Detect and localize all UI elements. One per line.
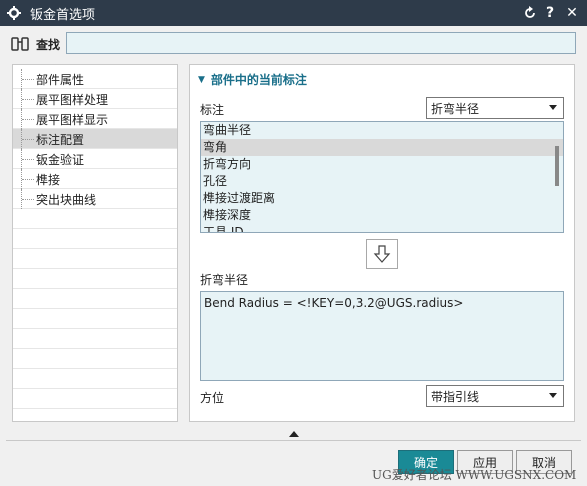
annotation-text-input[interactable]: Bend Radius = <!KEY=0,3.2@UGS.radius> (200, 291, 564, 381)
collapse-triangle-icon: ▼ (198, 74, 205, 85)
list-item[interactable]: 榫接过渡距离 (201, 190, 563, 207)
gear-icon (6, 5, 22, 21)
chevron-up-icon (288, 431, 299, 437)
list-item[interactable]: 榫接深度 (201, 207, 563, 224)
tree-item-label: 展平图样处理 (36, 93, 109, 107)
help-icon[interactable]: ? (540, 3, 560, 23)
annotation-label: 标注 (200, 103, 225, 117)
tree-empty-row (13, 369, 177, 389)
tree-item-part-properties[interactable]: 部件属性 (13, 69, 177, 89)
tree-empty-row (13, 209, 177, 229)
orientation-select[interactable]: 带指引线 (426, 385, 564, 407)
chevron-down-icon (549, 105, 557, 110)
tree-empty-row (13, 269, 177, 289)
chevron-down-icon (549, 393, 557, 398)
arrow-down-icon (373, 245, 391, 263)
search-bar: 查找 (0, 26, 587, 62)
annotation-select[interactable]: 折弯半径 (426, 97, 564, 119)
orientation-select-value: 带指引线 (431, 389, 480, 404)
section-title: 部件中的当前标注 (210, 73, 307, 87)
list-item[interactable]: 工具 ID (201, 224, 563, 232)
insert-down-button[interactable] (366, 239, 398, 269)
tree-empty-row (13, 289, 177, 309)
tree-item-label: 榫接 (36, 173, 61, 187)
tree-item-tab-curves[interactable]: 突出块曲线 (13, 189, 177, 209)
tree-item-flat-pattern-treatment[interactable]: 展平图样处理 (13, 89, 177, 109)
text-label: 折弯半径 (200, 273, 249, 287)
tree-empty-row (13, 329, 177, 349)
section-header[interactable]: ▼ 部件中的当前标注 (198, 71, 307, 88)
tree-item-flat-pattern-display[interactable]: 展平图样显示 (13, 109, 177, 129)
settings-panel: ▼ 部件中的当前标注 标注 折弯半径 弯曲半径 弯角 折弯方向 孔径 榫接过渡距… (189, 64, 575, 422)
orientation-label: 方位 (200, 391, 225, 405)
tree-empty-row (13, 309, 177, 329)
list-item[interactable]: 孔径 (201, 173, 563, 190)
reset-icon[interactable] (520, 3, 540, 23)
tree-item-label: 部件属性 (36, 73, 85, 87)
list-item[interactable]: 弯曲半径 (201, 122, 563, 139)
watermark: UG爱好者论坛 WWW.UGSNX.COM (372, 468, 577, 482)
list-scrollbar[interactable] (555, 146, 559, 186)
tree-item-joggle[interactable]: 榫接 (13, 169, 177, 189)
tree-item-label: 钣金验证 (36, 153, 85, 167)
list-item[interactable]: 弯角 (201, 139, 563, 156)
search-label: 查找 (36, 38, 61, 52)
close-icon[interactable]: ✕ (562, 3, 582, 23)
title-bar: 钣金首选项 ? ✕ (0, 0, 587, 26)
list-item[interactable]: 折弯方向 (201, 156, 563, 173)
tree-item-annotation-config[interactable]: 标注配置 (13, 129, 177, 149)
search-input[interactable] (66, 32, 576, 54)
tree-empty-row (13, 389, 177, 409)
binoculars-icon (10, 34, 32, 54)
annotation-select-value: 折弯半径 (431, 101, 480, 116)
tree-item-label: 标注配置 (36, 133, 85, 147)
annotation-list[interactable]: 弯曲半径 弯角 折弯方向 孔径 榫接过渡距离 榫接深度 工具 ID (200, 121, 564, 233)
tree-item-label: 展平图样显示 (36, 113, 109, 127)
collapse-toggle[interactable] (0, 428, 587, 440)
tree-empty-row (13, 349, 177, 369)
tree-item-label: 突出块曲线 (36, 193, 97, 207)
tree-item-sheetmetal-validation[interactable]: 钣金验证 (13, 149, 177, 169)
category-tree: 部件属性 展平图样处理 展平图样显示 标注配置 钣金验证 榫接 突出块曲线 (12, 64, 178, 422)
tree-empty-row (13, 229, 177, 249)
window-title: 钣金首选项 (30, 7, 96, 23)
divider (6, 440, 581, 441)
tree-empty-row (13, 249, 177, 269)
